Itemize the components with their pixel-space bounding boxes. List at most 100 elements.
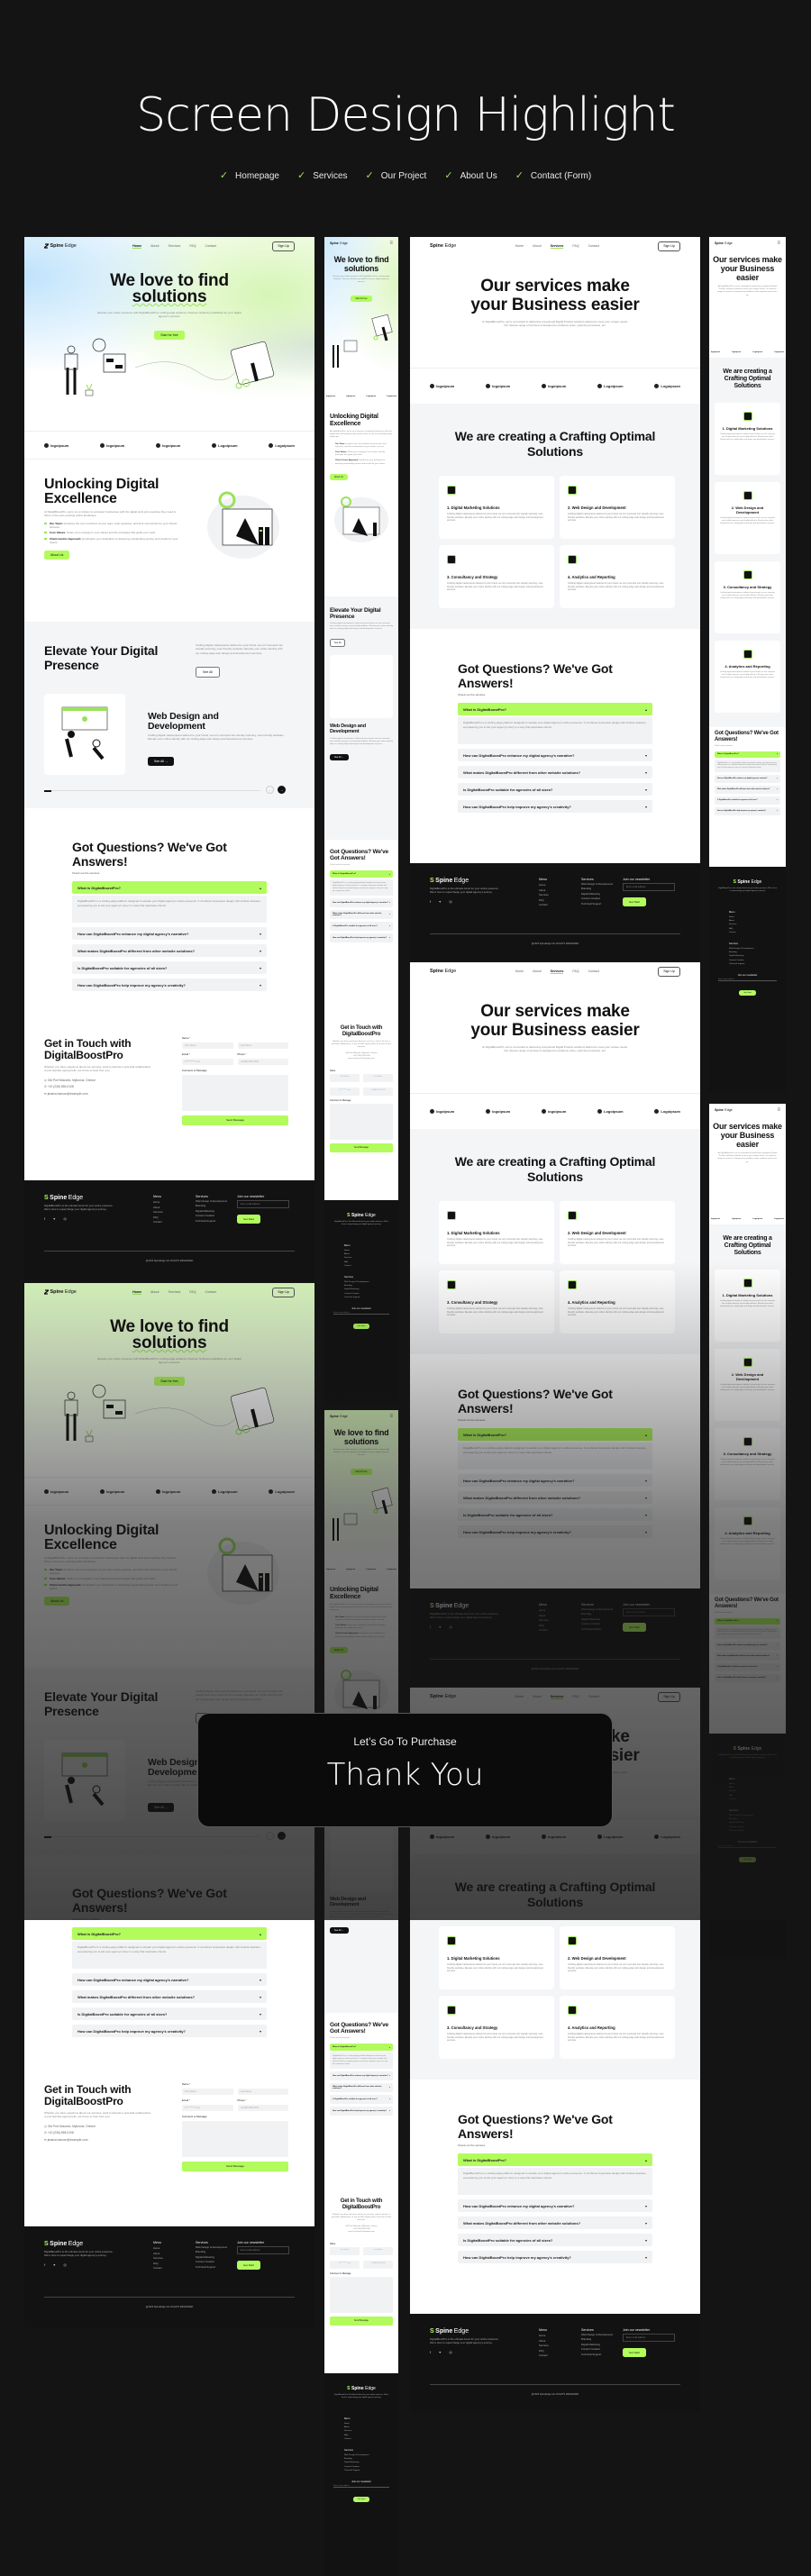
faq-item[interactable]: Is DigitalBoostPro suitable for agencies… xyxy=(715,1662,780,1671)
send-message-button[interactable]: Send Message xyxy=(182,2162,288,2171)
service-card[interactable]: 3. Consultancy and Strategy Crafting digi… xyxy=(439,1996,554,2059)
faq-item[interactable]: How can DigitalBoostPro enhance my digit… xyxy=(330,897,393,907)
phone-input[interactable]: +1(480) 555-0103 xyxy=(363,2261,393,2270)
service-card[interactable]: 1. Digital Marketing Solutions Crafting d… xyxy=(715,403,780,475)
brand-logo[interactable]: Spine Edge xyxy=(44,1289,77,1295)
slider-progress[interactable] xyxy=(44,789,260,792)
nav-faq[interactable]: FAQ xyxy=(572,969,579,974)
newsletter-input[interactable]: Enter email address xyxy=(237,2246,289,2254)
faq-item[interactable]: What is DigitalBoostPro? ▴ xyxy=(72,881,267,895)
footer-link[interactable]: Technical Support xyxy=(581,902,615,907)
footer-link[interactable]: Technical Support xyxy=(196,2265,230,2271)
footer-link[interactable]: Services xyxy=(153,2256,163,2262)
phone-input[interactable]: +1(480) 555-0103 xyxy=(237,1059,288,1065)
faq-item[interactable]: How can DigitalBoostPro enhance my digit… xyxy=(715,1641,780,1650)
faq-item[interactable]: How can DigitalBoostPro help improve my … xyxy=(330,933,393,942)
hamburger-icon[interactable]: ≡ xyxy=(777,241,780,246)
newsletter-input[interactable]: Enter email address xyxy=(718,979,777,981)
newsletter-input[interactable]: Enter email address xyxy=(623,2334,675,2342)
footer-link[interactable]: Contact xyxy=(153,1220,163,1225)
faq-item[interactable]: How can DigitalBoostPro help improve my … xyxy=(458,800,652,814)
faq-item[interactable]: How can DigitalBoostPro help improve my … xyxy=(458,1525,652,1539)
faq-item[interactable]: Is DigitalBoostPro suitable for agencies… xyxy=(72,961,267,975)
phone-input[interactable]: +1(480) 555-0103 xyxy=(237,2105,288,2111)
nav-faq[interactable]: FAQ xyxy=(189,1290,196,1295)
faq-item[interactable]: What is DigitalBoostPro? ▴ xyxy=(72,1927,267,1941)
brand-logo[interactable]: Spine Edge xyxy=(430,243,456,249)
footer-link[interactable]: Technical Support xyxy=(581,1627,615,1633)
faq-item[interactable]: How can DigitalBoostPro enhance my digit… xyxy=(715,774,780,783)
faq-item[interactable]: What makes DigitalBoostPro different fro… xyxy=(458,766,652,779)
about-us-button[interactable]: About Us xyxy=(330,1646,348,1653)
faq-item[interactable]: What makes DigitalBoostPro different fro… xyxy=(330,909,393,919)
signup-button[interactable]: Sign Up xyxy=(658,1691,680,1702)
faq-item[interactable]: Is DigitalBoostPro suitable for agencies… xyxy=(330,2094,393,2104)
faq-item[interactable]: What makes DigitalBoostPro different fro… xyxy=(715,1652,780,1661)
service-card[interactable]: 2. Web Design and Development Crafting di… xyxy=(560,1926,675,1989)
message-textarea[interactable] xyxy=(330,2277,393,2314)
brand-logo[interactable]: Spine Edge xyxy=(330,1415,389,1418)
service-card[interactable]: 3. Consultancy and Strategy Crafting digi… xyxy=(439,545,554,608)
service-card[interactable]: 4. Analytics and Reporting Crafting digit… xyxy=(715,641,780,713)
faq-item[interactable]: How can DigitalBoostPro enhance my digit… xyxy=(458,2199,652,2213)
email-input[interactable]: b**********.com xyxy=(182,2105,233,2111)
footer-link[interactable]: Technical Support xyxy=(581,2353,615,2358)
faq-item[interactable]: How can DigitalBoostPro help improve my … xyxy=(715,806,780,815)
faq-item[interactable]: What makes DigitalBoostPro different fro… xyxy=(715,785,780,794)
nav-home[interactable]: Home xyxy=(132,244,142,249)
faq-item[interactable]: How can DigitalBoostPro enhance my digit… xyxy=(330,2071,393,2080)
nav-faq[interactable]: FAQ xyxy=(572,1695,579,1699)
nav-faq[interactable]: FAQ xyxy=(572,244,579,249)
footer-link[interactable]: Technical Support xyxy=(729,962,777,966)
footer-link[interactable]: Services xyxy=(153,1210,163,1215)
message-textarea[interactable] xyxy=(330,1104,393,1141)
faq-item[interactable]: Is DigitalBoostPro suitable for agencies… xyxy=(72,2007,267,2021)
faq-item[interactable]: How can DigitalBoostPro enhance my digit… xyxy=(72,927,267,941)
faq-item[interactable]: What makes DigitalBoostPro different fro… xyxy=(330,2082,393,2092)
brand-logo[interactable]: Spine Edge xyxy=(430,1694,456,1699)
nav-contact[interactable]: Contact xyxy=(205,1290,216,1295)
service-card[interactable]: 4. Analytics and Reporting Crafting digit… xyxy=(560,545,675,608)
brand-logo[interactable]: Spine Edge xyxy=(430,969,456,974)
email-input[interactable]: b**********.com xyxy=(330,2261,360,2270)
service-card[interactable]: 1. Digital Marketing Solutions Crafting d… xyxy=(715,1270,780,1342)
slider-progress[interactable] xyxy=(44,1835,260,1838)
nav-about[interactable]: About xyxy=(150,244,159,249)
get-start-button[interactable]: Get Start xyxy=(623,897,647,906)
service-card[interactable]: 1. Digital Marketing Solutions Crafting d… xyxy=(439,1201,554,1264)
send-message-button[interactable]: Send Message xyxy=(330,1143,393,1153)
last-name-input[interactable]: Last Name xyxy=(237,1042,288,1049)
footer-link[interactable]: Contact xyxy=(729,931,777,934)
get-start-button[interactable]: Get Start xyxy=(352,2496,370,2502)
faq-item[interactable]: What is DigitalBoostPro? ▴ xyxy=(330,2044,393,2052)
nav-contact[interactable]: Contact xyxy=(588,1695,599,1699)
service-card[interactable]: 1. Digital Marketing Solutions Crafting d… xyxy=(439,476,554,539)
faq-item[interactable]: What makes DigitalBoostPro different fro… xyxy=(72,1990,267,2004)
last-name-input[interactable]: Last Name xyxy=(363,1074,393,1083)
service-card[interactable]: 4. Analytics and Reporting Crafting digit… xyxy=(715,1507,780,1579)
brand-logo[interactable]: Spine Edge xyxy=(715,1108,777,1112)
faq-item[interactable]: How can DigitalBoostPro help improve my … xyxy=(715,1673,780,1682)
about-us-button[interactable]: About Us xyxy=(330,473,348,480)
faq-item[interactable]: What is DigitalBoostPro? ▴ xyxy=(715,1617,780,1625)
send-message-button[interactable]: Send Message xyxy=(330,2317,393,2326)
nav-contact[interactable]: Contact xyxy=(205,244,216,249)
nav-services[interactable]: Services xyxy=(550,1695,564,1699)
footer-link[interactable]: Contact xyxy=(539,2353,549,2359)
faq-item[interactable]: How can DigitalBoostPro help improve my … xyxy=(72,2025,267,2038)
service-card[interactable]: 1. Digital Marketing Solutions Crafting d… xyxy=(439,1926,554,1989)
faq-item[interactable]: What makes DigitalBoostPro different fro… xyxy=(72,944,267,958)
start-free-button[interactable]: Start for free xyxy=(351,1468,372,1475)
service-card[interactable]: 2. Web Design and Development Crafting di… xyxy=(715,1349,780,1421)
get-start-button[interactable]: Get Start xyxy=(237,2261,261,2270)
last-name-input[interactable]: Last Name xyxy=(237,2089,288,2095)
nav-services[interactable]: Services xyxy=(550,244,564,249)
first-name-input[interactable]: First Name xyxy=(330,2247,360,2256)
first-name-input[interactable]: First Name xyxy=(182,2089,233,2095)
message-textarea[interactable] xyxy=(182,2121,288,2157)
service-card[interactable]: 3. Consultancy and Strategy Crafting digi… xyxy=(439,1270,554,1334)
newsletter-input[interactable]: Enter email address xyxy=(237,1200,289,1208)
nav-home[interactable]: Home xyxy=(132,1290,142,1295)
get-start-button[interactable]: Get Start xyxy=(623,2348,647,2357)
get-start-button[interactable]: Get Start xyxy=(237,1215,261,1224)
